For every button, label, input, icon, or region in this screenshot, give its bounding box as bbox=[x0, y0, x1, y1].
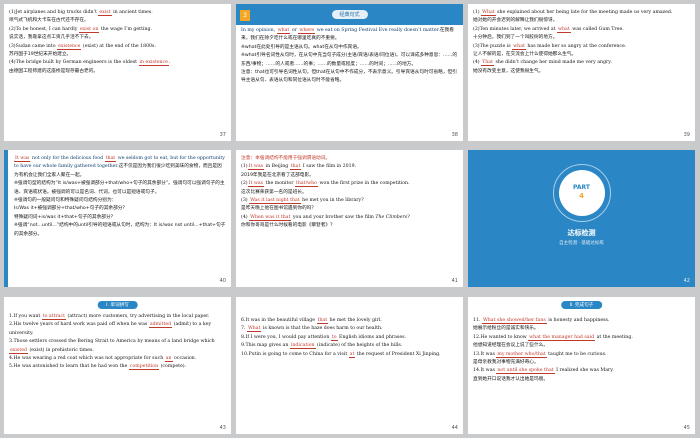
page-number: 39 bbox=[683, 132, 690, 138]
part-label: PART bbox=[573, 184, 590, 191]
slide-line: 2.His twelve years of hard work was paid… bbox=[9, 322, 212, 336]
slide-line: 5.He was astonished to learn that he had… bbox=[9, 364, 187, 371]
slide-line: 是母亲教我对事物充满好奇心。 bbox=[473, 360, 539, 366]
slide-line: 苏丹国于19世纪末开始建立。 bbox=[9, 52, 72, 58]
slide-line: 12.He wanted to know what the manager ha… bbox=[473, 334, 633, 341]
slide-line: 3.Those settlers crossed the Bering Stra… bbox=[9, 339, 215, 354]
slide-line: 她展示给粉丝的是诚实和快乐。 bbox=[473, 326, 539, 332]
slide-line: 是昨天晚上他在图书馆遇到你的吗？ bbox=[241, 206, 317, 212]
slide-line: 特殊疑问词+is/was it+that+句子的其余部分？ bbox=[14, 214, 116, 220]
slide-44[interactable]: 6.It was in the beautiful village that h… bbox=[236, 297, 463, 434]
section-tag: Ⅰ. 单词拼写 bbox=[97, 301, 138, 309]
page-number: 42 bbox=[683, 278, 690, 284]
slide-line: ※强调句型的结构为“It is/was+被强调部分+that/who+句子的其余… bbox=[14, 181, 225, 195]
slide-line: ※强调句的一般疑问句和特殊疑问句结构分别为： bbox=[14, 198, 117, 204]
slide-line: ※what引导名词性从句时，在从句中充当句子成分(主语/宾语/表语/同位语)。可… bbox=[241, 53, 458, 67]
slide-line: 9.This map gives an indication (indicate… bbox=[241, 343, 403, 350]
slide-line: (3) Was it last night that he met you in… bbox=[241, 198, 364, 205]
slide-line: 4.He was wearing a red coat which was no… bbox=[9, 356, 197, 363]
slide-39[interactable]: (1) What she explained about her being l… bbox=[468, 4, 695, 141]
page-number: 40 bbox=[219, 278, 226, 284]
slide-38[interactable]: 3 经典句式 In my opinion, what or where we e… bbox=[236, 4, 463, 141]
page-number: 37 bbox=[219, 132, 226, 138]
page-number: 38 bbox=[451, 132, 458, 138]
slide-line: 十分钟后，我们到了一个叫胶树的地方。 bbox=[473, 35, 558, 41]
page-number: 45 bbox=[683, 425, 690, 431]
slide-line: ※强调“not...until...”结构中的until引导的短语或从句时，结构… bbox=[14, 223, 226, 237]
slide-40[interactable]: It was not only for the delicious food t… bbox=[4, 150, 231, 287]
slide-line: 直到她开口说话我才认出她是玛丽。 bbox=[473, 376, 549, 382]
slide-line: 14.It was not until she spoke that I rea… bbox=[473, 368, 614, 375]
slide-line: 注意：that也可引导名词性从句，但that在从句中不作成分，不表示意义。引导宾… bbox=[241, 70, 457, 84]
slide-line: Is/Was it+被强调部分+that/who+句子的其余部分？ bbox=[14, 206, 128, 212]
slide-line: (4) When was it that you and your brothe… bbox=[241, 214, 410, 221]
slide-line: 10.Putin is going to come to China for a… bbox=[241, 351, 441, 358]
slide-42[interactable]: PART 4 达标检测 自主检测 · 基础达标练 42 bbox=[468, 150, 695, 287]
section-label: 经典句式 bbox=[331, 10, 368, 19]
section-tag: Ⅱ. 完成句子 bbox=[560, 301, 603, 309]
slide-line: (3)Sudan came into existence (exist) at … bbox=[9, 43, 156, 50]
slide-line: In my opinion, what or where we eat on S… bbox=[241, 28, 454, 42]
slide-line: 说实话，我靠拿这点工资几乎活不下去。 bbox=[9, 35, 94, 41]
section-number: 3 bbox=[240, 10, 250, 21]
slide-line: ※what在此处引导的是主语从句。what在从句中作宾语。 bbox=[241, 44, 362, 50]
page-number: 43 bbox=[219, 425, 226, 431]
slide-line: 1.If you want to attract (attract) more … bbox=[9, 314, 210, 320]
slide-line: (2)It was the monitor that/who won the f… bbox=[241, 181, 410, 188]
slide-line: (1)Jet airplanes and big trucks didn’t e… bbox=[9, 10, 153, 16]
slide-line: It was not only for the delicious food t… bbox=[14, 156, 225, 178]
slide-line: 13.It was my mother who/that taught me t… bbox=[473, 351, 607, 358]
slide-grid: (1)Jet airplanes and big trucks didn’t e… bbox=[0, 0, 700, 438]
slide-43[interactable]: Ⅰ. 单词拼写 1.If you want to attract (attrac… bbox=[4, 297, 231, 434]
slide-line: 6.It was in the beautiful village that h… bbox=[241, 318, 382, 324]
part-number: 4 bbox=[579, 192, 584, 200]
section-subtitle: 自主检测 · 基础达标练 bbox=[559, 241, 604, 246]
slide-line: 由德国工程师建的这座桥是现存最古老的。 bbox=[9, 68, 99, 74]
slide-37[interactable]: (1)Jet airplanes and big trucks didn’t e… bbox=[4, 4, 231, 141]
accent-bar bbox=[4, 150, 8, 287]
slide-line: 让人不解的是，在交流会上什么使得她那么生气。 bbox=[473, 52, 577, 58]
slide-line: 她没有改变主意，这使我很生气。 bbox=[473, 68, 544, 74]
slide-line: (1)It was in Beijing that I saw the film… bbox=[241, 164, 357, 171]
slide-line: 这次比赛荣获第一名的是班长。 bbox=[241, 189, 307, 195]
slide-line: 11. What she showed/her fans is honesty … bbox=[473, 318, 610, 324]
slide-line: 8.If I were you, I would pay attention t… bbox=[241, 334, 407, 341]
slide-41[interactable]: 注意：本强调结构不能用于强调谓语动词。 (1)It was in Beijing… bbox=[236, 150, 463, 287]
slide-line: 注意：本强调结构不能用于强调谓语动词。 bbox=[241, 156, 331, 161]
slide-line: (1) What she explained about her being l… bbox=[473, 10, 673, 16]
slide-45[interactable]: Ⅱ. 完成句子 11. What she showed/her fans is … bbox=[468, 297, 695, 434]
slide-line: 7. What is known is that the haze does h… bbox=[241, 326, 383, 333]
slide-line: 喷气式飞机和大卡车在古代还不存在。 bbox=[9, 18, 89, 24]
section-title: 达标检测 bbox=[567, 229, 596, 237]
page-number: 41 bbox=[451, 278, 458, 284]
page-number: 44 bbox=[451, 425, 458, 431]
slide-line: (2)Ten minutes later, we arrived at what… bbox=[473, 26, 624, 33]
slide-line: (3)The puzzle is what has made her so an… bbox=[473, 43, 627, 50]
slide-line: (4)The bridge built by German engineers … bbox=[9, 60, 171, 67]
slide-line: 你和你哥哥是什么时候看的电影《攀登者》？ bbox=[241, 223, 335, 229]
slide-line: 他想知道经理在会议上说了些什么。 bbox=[473, 343, 549, 349]
slide-line: (2)To be honest, I can hardly exist on t… bbox=[9, 26, 152, 33]
slide-line: 2019年我是在北京看了这部电影。 bbox=[241, 172, 314, 178]
slide-line: (4) That she didn’t change her mind made… bbox=[473, 60, 612, 67]
slide-header-band: 3 经典句式 bbox=[236, 4, 463, 25]
slide-line: 她对她的开会迟到的解释让我们很惊讶。 bbox=[473, 18, 558, 24]
